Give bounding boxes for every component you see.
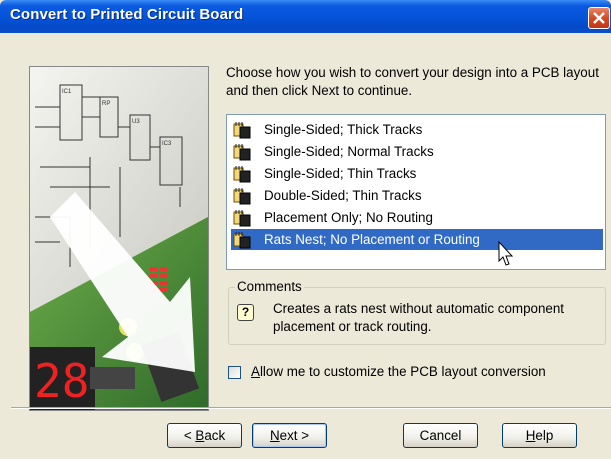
customize-checkbox[interactable] xyxy=(228,366,241,379)
close-icon xyxy=(593,12,605,24)
conversion-type-list[interactable]: Single-Sided; Thick Tracks Single-Sided; … xyxy=(226,114,606,270)
svg-text:IC3: IC3 xyxy=(162,141,172,147)
list-item[interactable]: Single-Sided; Thin Tracks xyxy=(231,163,603,184)
list-item[interactable]: Placement Only; No Routing xyxy=(231,207,603,228)
pcb-board-icon xyxy=(233,165,251,183)
pcb-board-icon xyxy=(233,187,251,205)
list-item[interactable]: Rats Nest; No Placement or Routing xyxy=(231,229,603,250)
list-item-label: Rats Nest; No Placement or Routing xyxy=(261,229,483,250)
list-item[interactable]: Single-Sided; Normal Tracks xyxy=(231,141,603,162)
list-item[interactable]: Double-Sided; Thin Tracks xyxy=(231,185,603,206)
window-title: Convert to Printed Circuit Board xyxy=(10,6,244,23)
svg-text:RP: RP xyxy=(102,101,110,107)
customize-checkbox-label[interactable]: Allow me to customize the PCB layout con… xyxy=(251,364,546,379)
next-button[interactable]: Next > xyxy=(252,423,327,448)
mouse-cursor-icon xyxy=(498,241,514,266)
list-item-label: Double-Sided; Thin Tracks xyxy=(264,188,422,203)
pcb-board-icon xyxy=(233,121,251,139)
title-bar[interactable]: Convert to Printed Circuit Board xyxy=(0,0,611,33)
close-button[interactable] xyxy=(588,7,610,29)
pcb-board-icon xyxy=(233,143,251,161)
back-button[interactable]: < Back xyxy=(167,423,242,448)
help-button[interactable]: Help xyxy=(502,423,577,448)
dialog-window: Convert to Printed Circuit Board IC1 RP … xyxy=(0,0,611,459)
comments-legend: Comments xyxy=(235,279,304,294)
cancel-button[interactable]: Cancel xyxy=(403,423,478,448)
list-item-label: Placement Only; No Routing xyxy=(264,210,433,225)
list-item-label: Single-Sided; Normal Tracks xyxy=(264,144,434,159)
list-item[interactable]: Single-Sided; Thick Tracks xyxy=(231,119,603,140)
pcb-board-icon xyxy=(233,209,251,227)
question-icon: ? xyxy=(237,304,254,321)
comments-text: Creates a rats nest without automatic co… xyxy=(273,301,565,334)
list-item-label: Single-Sided; Thick Tracks xyxy=(264,122,423,137)
pcb-illustration: IC1 RP U3 IC3 28 xyxy=(29,66,209,411)
comments-group: Comments ? Creates a rats nest without a… xyxy=(228,279,606,345)
pcb-board-icon xyxy=(233,231,251,249)
svg-text:28: 28 xyxy=(34,354,89,408)
svg-text:IC1: IC1 xyxy=(62,89,72,95)
list-item-label: Single-Sided; Thin Tracks xyxy=(264,166,417,181)
instruction-text: Choose how you wish to convert your desi… xyxy=(226,65,599,98)
svg-text:U3: U3 xyxy=(132,119,140,125)
separator xyxy=(11,407,611,409)
